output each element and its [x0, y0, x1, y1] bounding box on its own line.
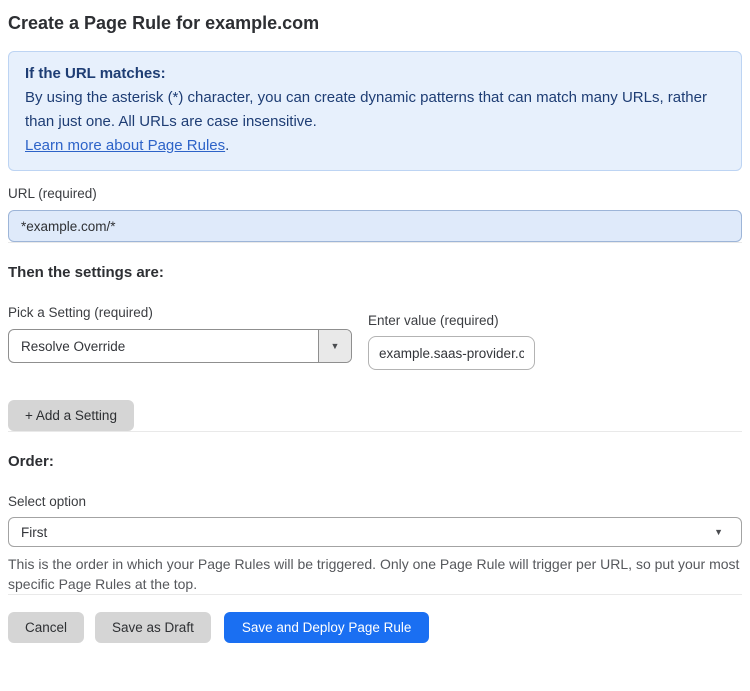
pick-setting-column: Pick a Setting (required) Resolve Overri…	[8, 305, 352, 363]
section-divider	[8, 431, 742, 432]
info-box-body: By using the asterisk (*) character, you…	[25, 89, 707, 130]
info-box-link-line: Learn more about Page Rules.	[25, 134, 725, 158]
order-select-value: First	[21, 524, 48, 540]
order-section-heading: Order:	[8, 453, 54, 470]
select-option-label: Select option	[8, 494, 87, 509]
enter-value-label: Enter value (required)	[368, 313, 499, 328]
save-as-draft-button[interactable]: Save as Draft	[95, 612, 211, 643]
page-title: Create a Page Rule for example.com	[8, 13, 320, 33]
settings-section-heading: Then the settings are:	[8, 264, 164, 281]
section-divider	[8, 594, 742, 595]
chevron-down-icon: ▼	[714, 527, 723, 537]
chevron-down-icon: ▼	[318, 330, 351, 362]
create-page-rule-form: Create a Page Rule for example.com If th…	[0, 0, 750, 655]
save-and-deploy-button[interactable]: Save and Deploy Page Rule	[223, 612, 430, 643]
footer-actions: Cancel Save as Draft Save and Deploy Pag…	[8, 612, 742, 655]
cancel-button[interactable]: Cancel	[8, 612, 85, 643]
url-field-label: URL (required)	[8, 186, 97, 201]
url-input[interactable]	[8, 210, 742, 242]
info-box-heading: If the URL matches:	[25, 65, 166, 82]
pick-setting-label: Pick a Setting (required)	[8, 305, 153, 320]
url-match-info-box: If the URL matches: By using the asteris…	[8, 51, 742, 171]
setting-select-value: Resolve Override	[21, 338, 126, 354]
setting-value-input[interactable]	[368, 336, 535, 370]
learn-more-page-rules-link[interactable]: Learn more about Page Rules	[25, 137, 225, 154]
order-select[interactable]: First ▼	[8, 517, 742, 547]
setting-select[interactable]: Resolve Override ▼	[8, 329, 352, 363]
link-period: .	[225, 137, 230, 154]
order-help-text: This is the order in which your Page Rul…	[8, 556, 740, 592]
add-setting-button[interactable]: + Add a Setting	[8, 400, 134, 431]
enter-value-column: Enter value (required)	[368, 305, 535, 370]
setting-row: Pick a Setting (required) Resolve Overri…	[8, 305, 742, 370]
section-divider	[8, 242, 742, 243]
